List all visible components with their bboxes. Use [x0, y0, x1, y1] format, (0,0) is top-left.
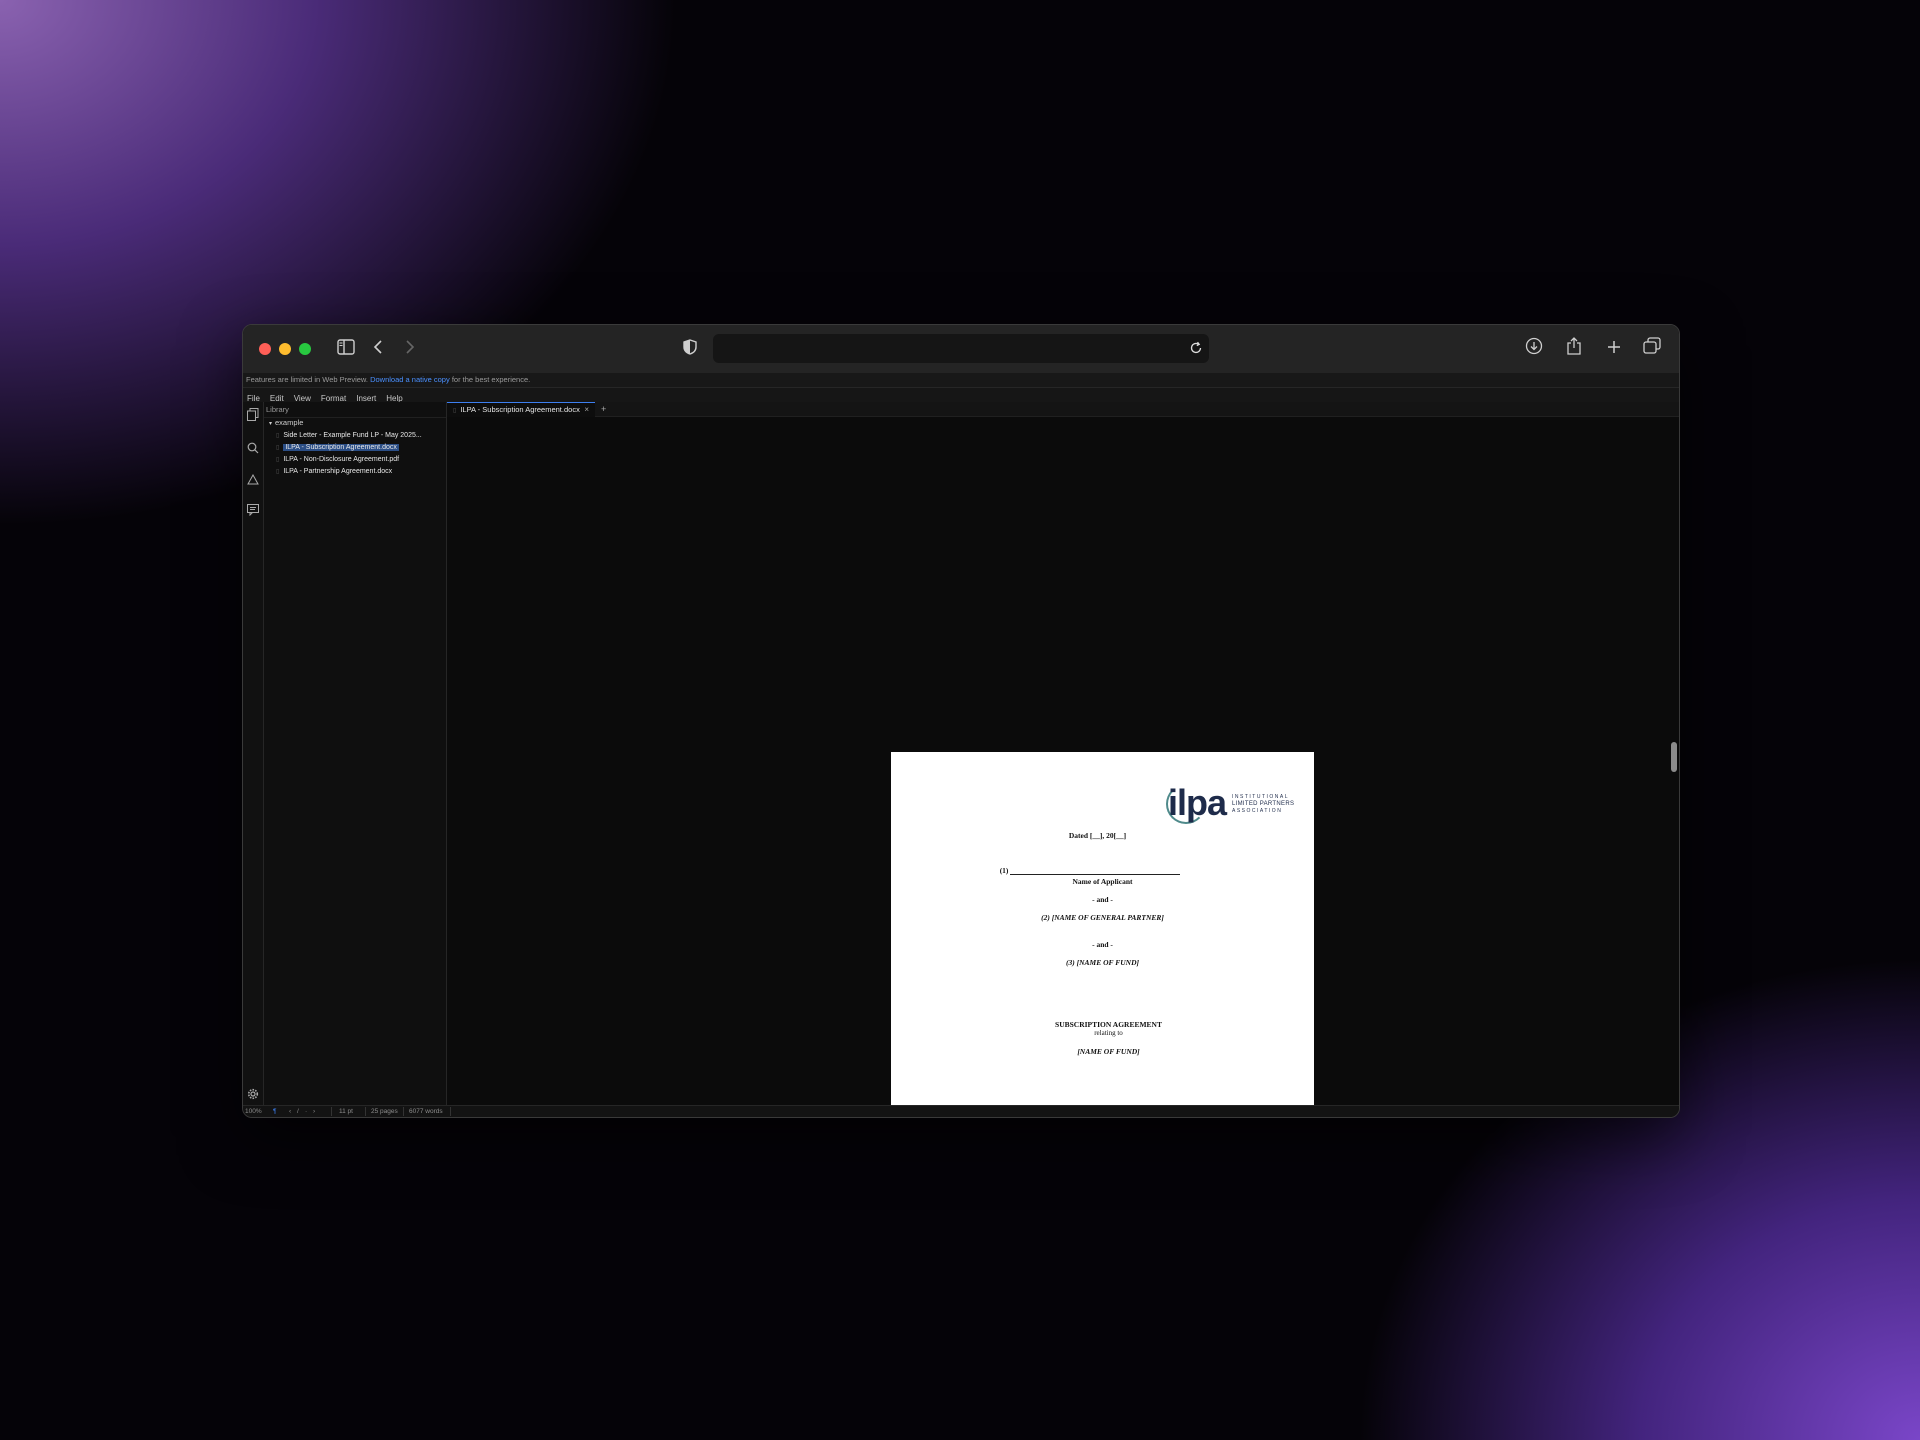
tab-label: ILPA - Subscription Agreement.docx — [460, 405, 580, 414]
document-icon: ▯ — [276, 457, 280, 463]
file-item[interactable]: ▯ Side Letter - Example Fund LP - May 202… — [276, 430, 422, 441]
logo-line: INSTITUTIONAL — [1232, 794, 1290, 800]
minimize-window-button[interactable] — [279, 343, 291, 355]
zoom-window-button[interactable] — [299, 343, 311, 355]
tab-subscription-agreement[interactable]: ▯ ILPA - Subscription Agreement.docx × — [447, 402, 595, 417]
activity-bar — [243, 402, 264, 1106]
font-size: 11 pt — [339, 1108, 353, 1115]
party2-line: (2) [NAME OF GENERAL PARTNER] — [1041, 913, 1164, 922]
agreement-title: SUBSCRIPTION AGREEMENT — [1055, 1020, 1162, 1029]
file-label: ILPA - Subscription Agreement.docx — [283, 444, 399, 451]
logo-line: LIMITED PARTNERS — [1232, 801, 1295, 807]
party1-line: (1) — [866, 866, 1314, 875]
browser-toolbar — [243, 325, 1679, 374]
menu-bar: File Edit View Format Insert Help — [243, 387, 1679, 403]
files-icon[interactable] — [246, 408, 260, 422]
file-label: Side Letter - Example Fund LP - May 2025… — [283, 432, 422, 439]
chevron-left-icon[interactable] — [371, 337, 385, 361]
prev-page-icon[interactable]: · — [305, 1106, 307, 1117]
relating-to: relating to — [1094, 1029, 1123, 1037]
close-icon[interactable]: × — [584, 403, 589, 416]
party1-label: Name of Applicant — [1072, 877, 1133, 886]
share-icon[interactable] — [1563, 337, 1585, 361]
browser-window: Features are limited in Web Preview. Dow… — [242, 324, 1680, 1118]
redo-icon[interactable]: / — [297, 1106, 299, 1117]
document-icon: ▯ — [276, 469, 280, 475]
undo-icon[interactable]: ‹ — [289, 1106, 291, 1117]
status-bar: 100% ¶ ‹ / · › 11 pt 25 pages 6077 words — [243, 1105, 1679, 1117]
document-icon: ▯ — [453, 408, 457, 414]
caret-down-icon: ▾ — [269, 421, 273, 427]
zoom-level[interactable]: 100% — [245, 1106, 262, 1117]
download-native-link[interactable]: Download a native copy — [370, 375, 450, 384]
banner-suffix: for the best experience. — [451, 375, 531, 384]
next-page-icon[interactable]: › — [313, 1106, 315, 1117]
close-window-button[interactable] — [259, 343, 271, 355]
document-icon: ▯ — [276, 445, 280, 451]
folder-label: example — [275, 418, 304, 427]
folder-example[interactable]: ▾ example — [269, 418, 303, 427]
and-separator: - and - — [1092, 895, 1113, 904]
address-bar[interactable] — [713, 334, 1209, 363]
document-icon: ▯ — [276, 433, 280, 439]
search-icon[interactable] — [246, 442, 260, 456]
page-count: 25 pages — [371, 1108, 398, 1115]
gear-icon[interactable] — [246, 1088, 260, 1102]
file-label: ILPA - Partnership Agreement.docx — [283, 468, 393, 475]
dated-line: Dated [__], 20[__] — [1068, 831, 1127, 840]
ilpa-logo: ilpa INSTITUTIONAL LIMITED PARTNERS ASSO… — [1166, 782, 1296, 824]
and-separator: - and - — [1092, 940, 1113, 949]
party1-blank — [1010, 866, 1181, 875]
status-divider — [331, 1107, 332, 1116]
fund-name: [NAME OF FUND] — [1077, 1047, 1140, 1056]
logo-wordmark: ilpa — [1168, 782, 1227, 823]
party1-number: (1) — [999, 866, 1009, 875]
format-icon[interactable]: ¶ — [273, 1106, 277, 1117]
document-page[interactable]: ilpa INSTITUTIONAL LIMITED PARTNERS ASSO… — [891, 752, 1314, 1117]
party3-line: (3) [NAME OF FUND] — [1066, 958, 1139, 967]
file-item[interactable]: ▯ ILPA - Subscription Agreement.docx — [276, 442, 399, 453]
warning-icon[interactable] — [246, 473, 260, 488]
status-divider — [450, 1107, 451, 1116]
plus-icon[interactable] — [1603, 337, 1625, 361]
file-item[interactable]: ▯ ILPA - Partnership Agreement.docx — [276, 466, 392, 477]
add-tab-button[interactable]: + — [601, 402, 606, 416]
banner-text: Features are limited in Web Preview. — [246, 375, 368, 384]
vertical-scrollbar[interactable] — [1671, 742, 1677, 772]
shield-icon[interactable] — [680, 337, 700, 361]
chevron-right-icon[interactable] — [403, 337, 417, 361]
word-count: 6077 words — [409, 1108, 443, 1115]
file-item[interactable]: ▯ ILPA - Non-Disclosure Agreement.pdf — [276, 454, 399, 465]
library-title: Library — [264, 402, 446, 418]
status-divider — [403, 1107, 404, 1116]
tabs-icon[interactable] — [1641, 337, 1663, 361]
logo-line: ASSOCIATION — [1232, 808, 1283, 814]
reload-icon[interactable] — [1189, 337, 1203, 360]
comment-icon[interactable] — [246, 504, 260, 518]
status-divider — [365, 1107, 366, 1116]
tab-bar: ▯ ILPA - Subscription Agreement.docx × + — [447, 402, 1679, 417]
download-icon[interactable] — [1523, 337, 1545, 361]
preview-banner: Features are limited in Web Preview. Dow… — [243, 373, 1679, 387]
sidebar-icon[interactable] — [335, 337, 357, 361]
file-label: ILPA - Non-Disclosure Agreement.pdf — [283, 456, 400, 463]
library-sidebar: Library ▾ example ▯ Side Letter - Example … — [264, 402, 447, 1106]
